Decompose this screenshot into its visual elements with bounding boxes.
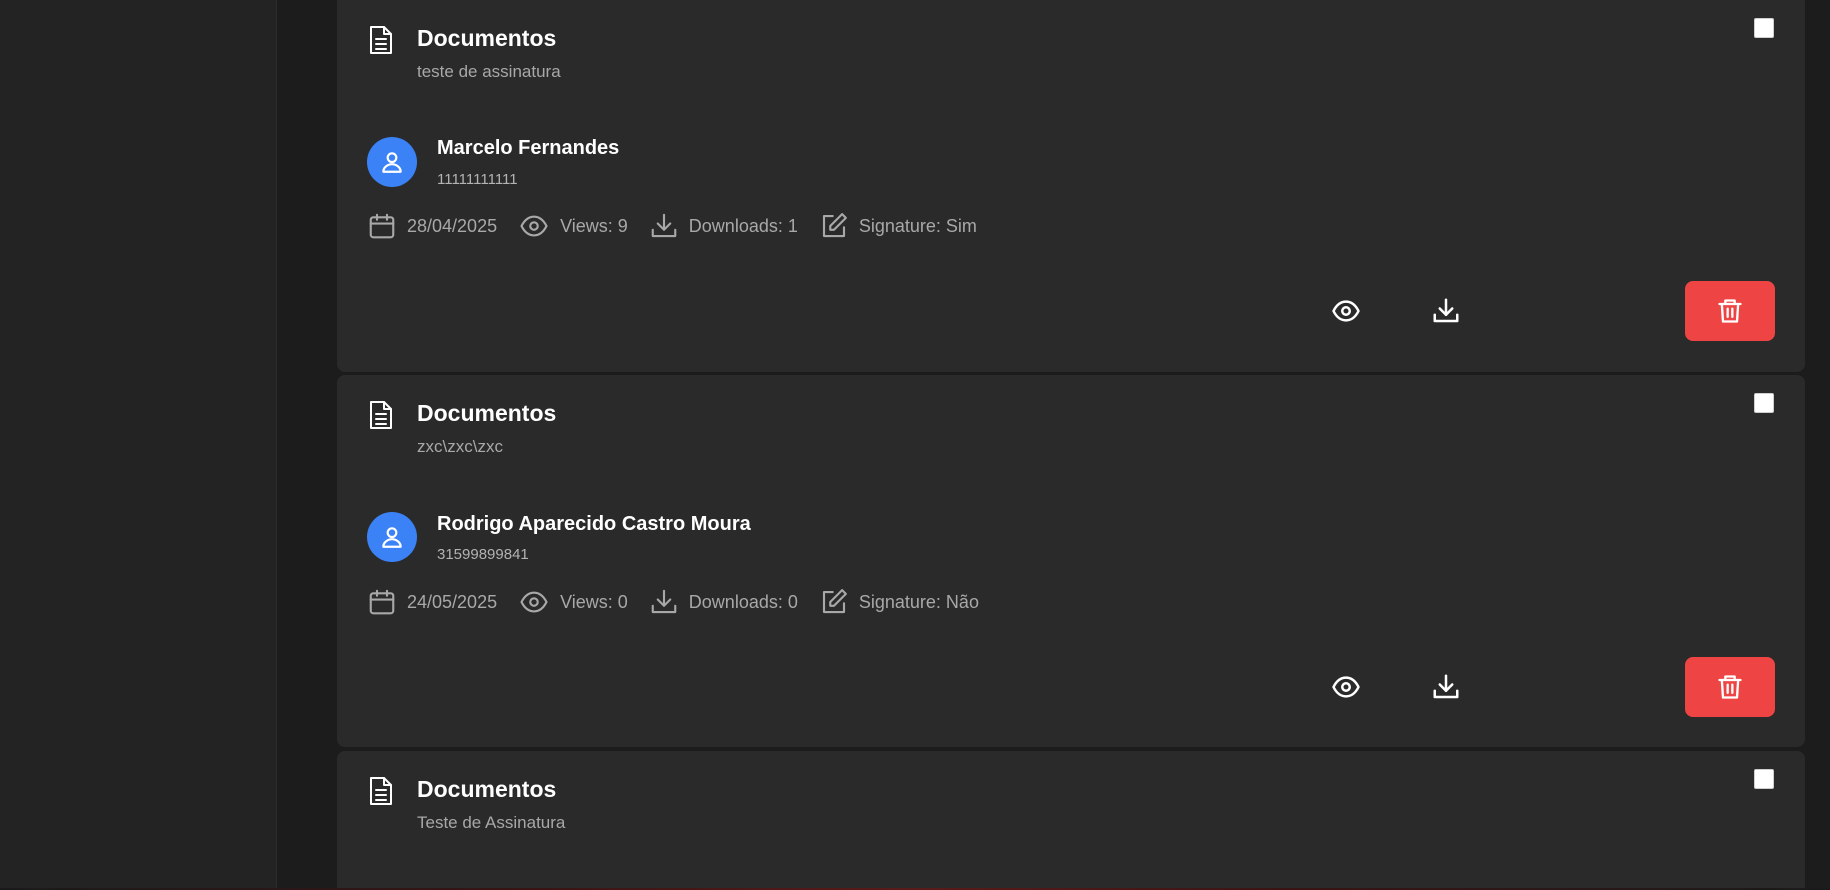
user-icon [382,152,402,173]
signature-meta: Signature: Não [819,587,979,617]
trash-icon [1718,299,1742,323]
eye-icon [520,591,548,613]
document-description: Teste de Assinatura [417,813,566,832]
signature-text: Signature: Sim [858,215,977,236]
views-text: Views: 9 [560,215,628,236]
edit-icon [822,213,847,238]
downloads-meta: Downloads: 0 [649,587,798,617]
view-button[interactable] [1301,281,1391,341]
date-text: 24/05/2025 [407,591,498,612]
eye-icon [520,215,548,237]
download-icon [651,589,677,614]
delete-button[interactable] [1685,281,1775,341]
document-card: Documentos teste de assinatura Marcelo F… [337,0,1805,372]
document-icon [367,24,395,56]
avatar [367,137,417,187]
document-meta: 24/05/2025 Views: 0 Downloads: 0 Signatu… [367,586,1000,618]
document-description: zxc\zxc\zxc [417,437,503,456]
sidebar [0,0,277,890]
downloads-meta: Downloads: 1 [649,211,798,241]
avatar [367,512,417,562]
edit-icon [822,589,847,614]
downloads-text: Downloads: 0 [688,591,798,612]
view-button[interactable] [1301,657,1391,717]
delete-button[interactable] [1685,657,1775,717]
document-title: Documentos [417,25,557,51]
document-title: Documentos [417,776,557,802]
user-id: 11111111111 [437,171,518,188]
document-icon [367,775,395,807]
views-text: Views: 0 [560,591,628,612]
downloads-text: Downloads: 1 [688,215,798,236]
document-description: teste de assinatura [417,62,561,81]
document-card: Documentos zxc\zxc\zxc Rodrigo Aparecido… [337,375,1805,747]
document-title: Documentos [417,400,557,426]
calendar-icon [369,589,395,615]
views-meta: Views: 9 [518,211,628,241]
download-icon [651,213,677,238]
date-meta: 24/05/2025 [367,587,497,617]
download-icon [1433,298,1459,323]
select-checkbox[interactable] [1754,393,1774,413]
date-text: 28/04/2025 [407,215,498,236]
user-id: 31599899841 [437,546,529,563]
signature-text: Signature: Não [858,591,979,612]
document-card: Documentos Teste de Assinatura [337,751,1805,890]
document-icon [367,399,395,431]
user-icon [382,527,402,548]
user-name: Rodrigo Aparecido Castro Moura [437,513,751,535]
eye-icon [1332,676,1360,698]
download-button[interactable] [1401,281,1491,341]
download-icon [1433,674,1459,699]
date-meta: 28/04/2025 [367,211,497,241]
trash-icon [1718,675,1742,699]
signature-meta: Signature: Sim [819,211,977,241]
user-name: Marcelo Fernandes [437,137,620,159]
select-checkbox[interactable] [1754,18,1774,38]
document-meta: 28/04/2025 Views: 9 Downloads: 1 Signatu… [367,210,998,242]
calendar-icon [369,213,395,239]
select-checkbox[interactable] [1754,769,1774,789]
app-window: Documentos teste de assinatura Marcelo F… [0,0,1830,890]
download-button[interactable] [1401,657,1491,717]
eye-icon [1332,300,1360,322]
views-meta: Views: 0 [518,587,628,617]
